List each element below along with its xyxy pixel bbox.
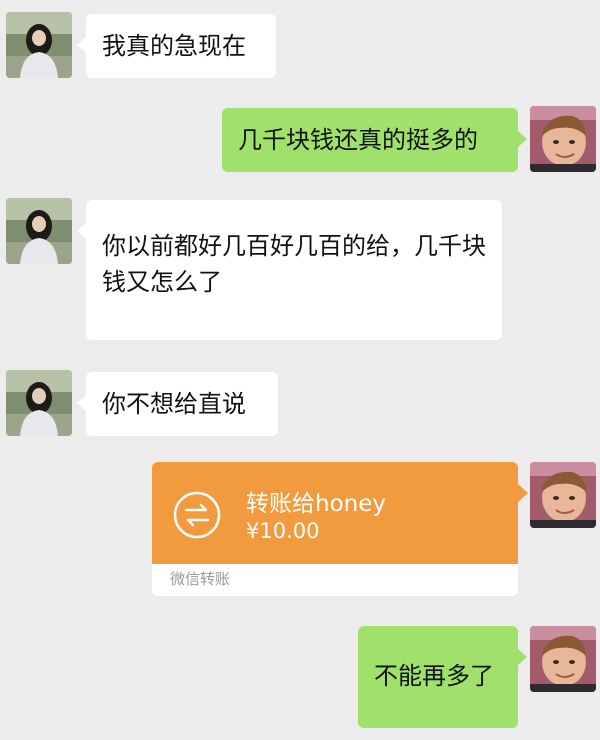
transfer-footer: 微信转账: [170, 570, 231, 588]
girl-avatar-image: [6, 12, 72, 78]
message-bubble[interactable]: 不能再多了: [358, 626, 527, 728]
message-text: 你不想给直说: [102, 390, 246, 418]
boy-avatar[interactable]: [530, 106, 596, 172]
transfer-card-header: 转账给honey ¥10.00: [152, 462, 518, 564]
girl-avatar[interactable]: [6, 370, 72, 436]
message-bubble[interactable]: 我真的急现在: [77, 14, 276, 78]
transfer-amount: ¥10.00: [246, 519, 320, 543]
transfer-title: 转账给honey: [246, 491, 386, 517]
boy-avatar[interactable]: [530, 626, 596, 692]
girl-avatar[interactable]: [6, 198, 72, 264]
message-bubble[interactable]: 你以前都好几百好几百的给，几千块钱又怎么了: [77, 200, 502, 340]
girl-avatar-image: [6, 198, 72, 264]
message-bubble[interactable]: 你不想给直说: [77, 372, 278, 436]
message-text: 几千块钱还真的挺多的: [238, 126, 478, 154]
boy-avatar-image: [530, 462, 596, 528]
girl-avatar-image: [6, 370, 72, 436]
message-text: 你以前都好几百好几百的给，几千块钱又怎么了: [102, 232, 486, 296]
transfer-arrows-icon: [173, 491, 221, 539]
message-text: 我真的急现在: [102, 32, 246, 60]
transfer-card[interactable]: 转账给honey ¥10.00 微信转账: [152, 462, 518, 596]
boy-avatar-image: [530, 106, 596, 172]
message-text: 不能再多了: [374, 662, 494, 690]
boy-avatar[interactable]: [530, 462, 596, 528]
girl-avatar[interactable]: [6, 12, 72, 78]
transfer-card-pointer: [518, 484, 528, 502]
boy-avatar-image: [530, 626, 596, 692]
message-bubble[interactable]: 几千块钱还真的挺多的: [222, 108, 527, 172]
